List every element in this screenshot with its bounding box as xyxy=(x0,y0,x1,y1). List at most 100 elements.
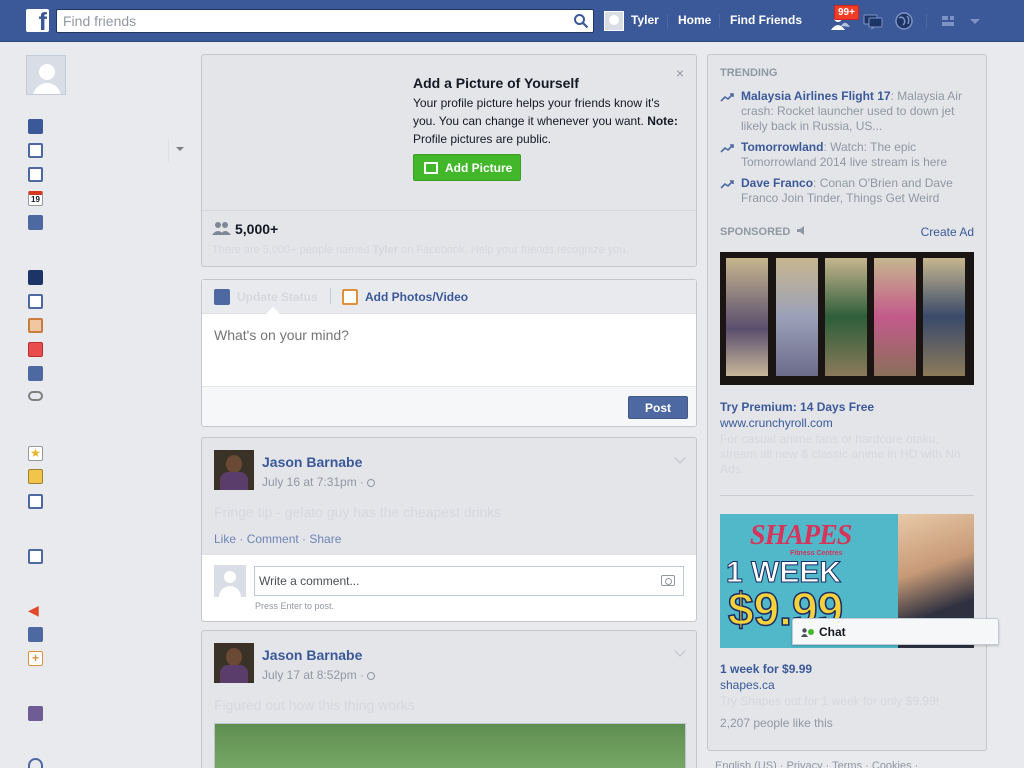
notifications-globe-icon[interactable] xyxy=(893,11,915,31)
feeds-rss-icon[interactable] xyxy=(28,549,43,564)
chat-person-icon xyxy=(801,628,808,637)
activity-chart-icon[interactable] xyxy=(28,706,43,721)
profile-link[interactable]: Tyler xyxy=(631,13,659,27)
comment-area: Press Enter to post. xyxy=(202,554,696,621)
ad-description: For casual anime fans or hardcore otaku,… xyxy=(720,432,961,476)
music-icon[interactable] xyxy=(28,366,43,381)
people-count: 5,000+ xyxy=(235,221,279,237)
search-box xyxy=(56,9,594,33)
create-plus-icon[interactable]: + xyxy=(28,651,43,666)
ad-url[interactable]: shapes.ca xyxy=(720,678,775,692)
ad-character-panel xyxy=(776,258,818,376)
trending-topic: Dave Franco xyxy=(741,176,814,190)
trending-item[interactable]: Dave Franco: Conan O'Brien and Dave Fran… xyxy=(741,176,979,206)
story-timestamp[interactable]: July 16 at 7:31pm · xyxy=(262,475,376,489)
like-link[interactable]: Like xyxy=(214,532,236,546)
story-time-text: July 16 at 7:31pm · xyxy=(262,475,368,489)
messages-nav-icon[interactable] xyxy=(28,167,43,182)
gifts-icon[interactable] xyxy=(28,342,43,357)
audience-globe-icon xyxy=(367,672,376,680)
comment-input[interactable] xyxy=(259,574,639,588)
messages-icon[interactable] xyxy=(862,11,884,31)
nav-caret-icon[interactable] xyxy=(176,147,184,151)
groups-icon[interactable] xyxy=(28,494,43,509)
search-icon[interactable] xyxy=(573,13,589,29)
story-photo[interactable] xyxy=(214,723,686,768)
share-link[interactable]: Share xyxy=(309,532,341,546)
photos-nav-icon[interactable] xyxy=(28,318,43,333)
author-name[interactable]: Jason Barnabe xyxy=(262,647,362,663)
people-note-name: Tyler xyxy=(372,244,399,256)
more-nav-icon[interactable] xyxy=(28,758,43,768)
left-nav-avatar[interactable] xyxy=(26,55,66,95)
note-label: Note: xyxy=(647,114,678,128)
account-menu-chevron-icon[interactable] xyxy=(964,11,986,31)
divider xyxy=(202,210,696,211)
games-controller-icon[interactable] xyxy=(28,391,43,401)
camera-icon[interactable] xyxy=(661,575,675,586)
audience-globe-icon xyxy=(367,479,376,487)
author-avatar[interactable] xyxy=(214,450,254,490)
trending-item[interactable]: Tomorrowland: Watch: The epic Tomorrowla… xyxy=(741,140,979,170)
story-options-chevron-icon[interactable] xyxy=(674,645,686,657)
ad-title[interactable]: 1 week for $9.99 xyxy=(720,662,812,676)
post-button[interactable]: Post xyxy=(628,396,688,419)
right-sidebar: TRENDING Malaysia Airlines Flight 17: Ma… xyxy=(707,54,987,751)
people-note: There are 5,000+ people named Tyler on F… xyxy=(212,244,629,256)
facebook-home-icon[interactable] xyxy=(28,119,43,134)
facebook-logo-icon[interactable]: f xyxy=(26,9,49,32)
friends-nav-icon[interactable] xyxy=(28,215,43,230)
status-input[interactable] xyxy=(214,327,684,343)
ad-description: Try Shapes out for 1 week for only $9.99… xyxy=(720,694,940,708)
events-calendar-icon[interactable]: 19 xyxy=(28,191,43,206)
news-feed-icon[interactable] xyxy=(28,143,43,158)
story-timestamp[interactable]: July 17 at 8:52pm · xyxy=(262,668,376,682)
story-time-text: July 17 at 8:52pm · xyxy=(262,668,368,682)
user-avatar[interactable] xyxy=(604,11,624,31)
chat-tab[interactable]: Chat xyxy=(792,618,999,645)
interests-megaphone-icon[interactable]: ◀ xyxy=(28,603,43,618)
add-picture-button-label: Add Picture xyxy=(445,161,513,175)
create-ad-link[interactable]: Create Ad xyxy=(921,225,974,239)
friend-requests-badge: 99+ xyxy=(834,5,859,20)
privacy-shortcuts-icon[interactable] xyxy=(939,11,961,31)
comment-link[interactable]: Comment xyxy=(247,532,299,546)
add-picture-card: Add a Picture of Yourself Your profile p… xyxy=(201,54,697,267)
composer-footer: Post xyxy=(202,386,696,426)
trending-arrow-icon xyxy=(720,144,734,153)
close-icon[interactable]: × xyxy=(676,65,684,81)
top-bar: f Tyler Home Find Friends 99+ xyxy=(0,0,1024,42)
pages-feed-icon[interactable] xyxy=(28,294,43,309)
divider xyxy=(168,140,169,162)
ad-character-panel xyxy=(825,258,867,376)
home-link[interactable]: Home xyxy=(678,13,711,27)
author-name[interactable]: Jason Barnabe xyxy=(262,454,362,470)
divider xyxy=(330,288,331,304)
megaphone-icon xyxy=(797,226,804,235)
story-options-chevron-icon[interactable] xyxy=(674,452,686,464)
favorites-star-icon[interactable]: ★ xyxy=(28,446,43,461)
commenter-avatar xyxy=(214,565,246,597)
ad-url[interactable]: www.crunchyroll.com xyxy=(720,416,833,430)
like-pages-thumb-icon[interactable] xyxy=(28,627,43,642)
tab-add-photos-video[interactable]: Add Photos/Video xyxy=(365,290,468,304)
app-stars-icon[interactable] xyxy=(28,270,43,285)
author-avatar[interactable] xyxy=(214,643,254,683)
active-tab-notch xyxy=(266,307,280,314)
search-input[interactable] xyxy=(63,12,563,30)
add-picture-title: Add a Picture of Yourself xyxy=(413,75,579,91)
tab-update-status[interactable]: Update Status xyxy=(237,290,318,304)
find-friends-link[interactable]: Find Friends xyxy=(730,13,802,27)
add-picture-button[interactable]: Add Picture xyxy=(413,154,521,181)
footer-links[interactable]: English (US) · Privacy · Terms · Cookies… xyxy=(715,760,918,768)
divider xyxy=(719,14,720,28)
trending-header: TRENDING xyxy=(720,67,778,79)
feed-story: Jason Barnabe July 17 at 8:52pm · Figure… xyxy=(201,630,697,768)
crunchyroll-ad-image[interactable] xyxy=(720,252,974,385)
trending-item[interactable]: Malaysia Airlines Flight 17: Malaysia Ai… xyxy=(741,89,979,134)
pages-house-icon[interactable] xyxy=(28,469,43,484)
trending-topic: Tomorrowland xyxy=(741,140,824,154)
people-icon xyxy=(212,222,231,235)
trending-arrow-icon xyxy=(720,180,734,189)
ad-title[interactable]: Try Premium: 14 Days Free xyxy=(720,400,874,414)
